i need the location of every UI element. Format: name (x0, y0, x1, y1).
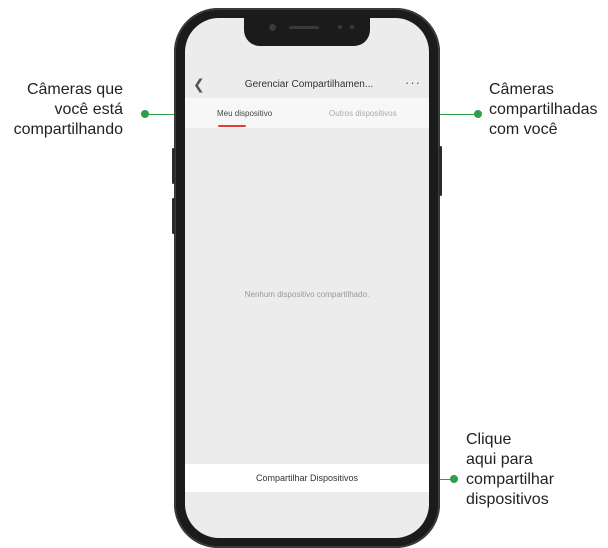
tab-meu-dispositivo[interactable]: Meu dispositivo (217, 109, 272, 118)
annotation-shared-with-you: Câmeras compartilhadas com você (489, 80, 598, 140)
annotation-line: compartilhando (13, 121, 123, 138)
ellipsis-icon[interactable]: ··· (405, 75, 421, 90)
annotation-line: Clique (466, 431, 512, 448)
speaker-grille (289, 26, 319, 29)
annotation-line: com você (489, 121, 558, 138)
side-button (439, 146, 442, 196)
leader-dot-right (474, 110, 482, 118)
annotation-line: Câmeras que (26, 81, 123, 98)
share-devices-button[interactable]: Compartilhar Dispositivos (185, 464, 429, 492)
annotation-line: você está (54, 101, 123, 118)
annotation-share-devices: Clique aqui para compartilhar dispositiv… (466, 430, 554, 510)
app-header: ❮ Gerenciar Compartilhamen... ··· (185, 74, 429, 98)
tab-outros-dispositivos[interactable]: Outros dispositivos (329, 109, 397, 118)
chevron-left-icon[interactable]: ❮ (193, 76, 205, 93)
annotation-line: aqui para (466, 451, 533, 468)
tab-bar: Meu dispositivo Outros dispositivos (185, 98, 429, 128)
side-button (172, 198, 175, 234)
sensor-icon (338, 25, 342, 29)
page-title: Gerenciar Compartilhamen... (244, 79, 374, 90)
side-button (172, 148, 175, 184)
phone-notch (244, 18, 370, 46)
leader-dot-bottom (450, 475, 458, 483)
empty-state-message: Nenhum dispositivo compartilhado. (244, 290, 370, 299)
sensor-icon (350, 25, 354, 29)
camera-icon (269, 24, 276, 31)
annotation-line: compartilhar (466, 471, 555, 488)
tab-active-indicator (218, 125, 246, 127)
annotation-line: Câmeras (489, 81, 554, 98)
annotation-my-shared-cameras: Câmeras que você está compartilhando (14, 80, 123, 140)
annotation-line: compartilhadas (489, 101, 598, 118)
annotation-line: dispositivos (466, 491, 549, 508)
